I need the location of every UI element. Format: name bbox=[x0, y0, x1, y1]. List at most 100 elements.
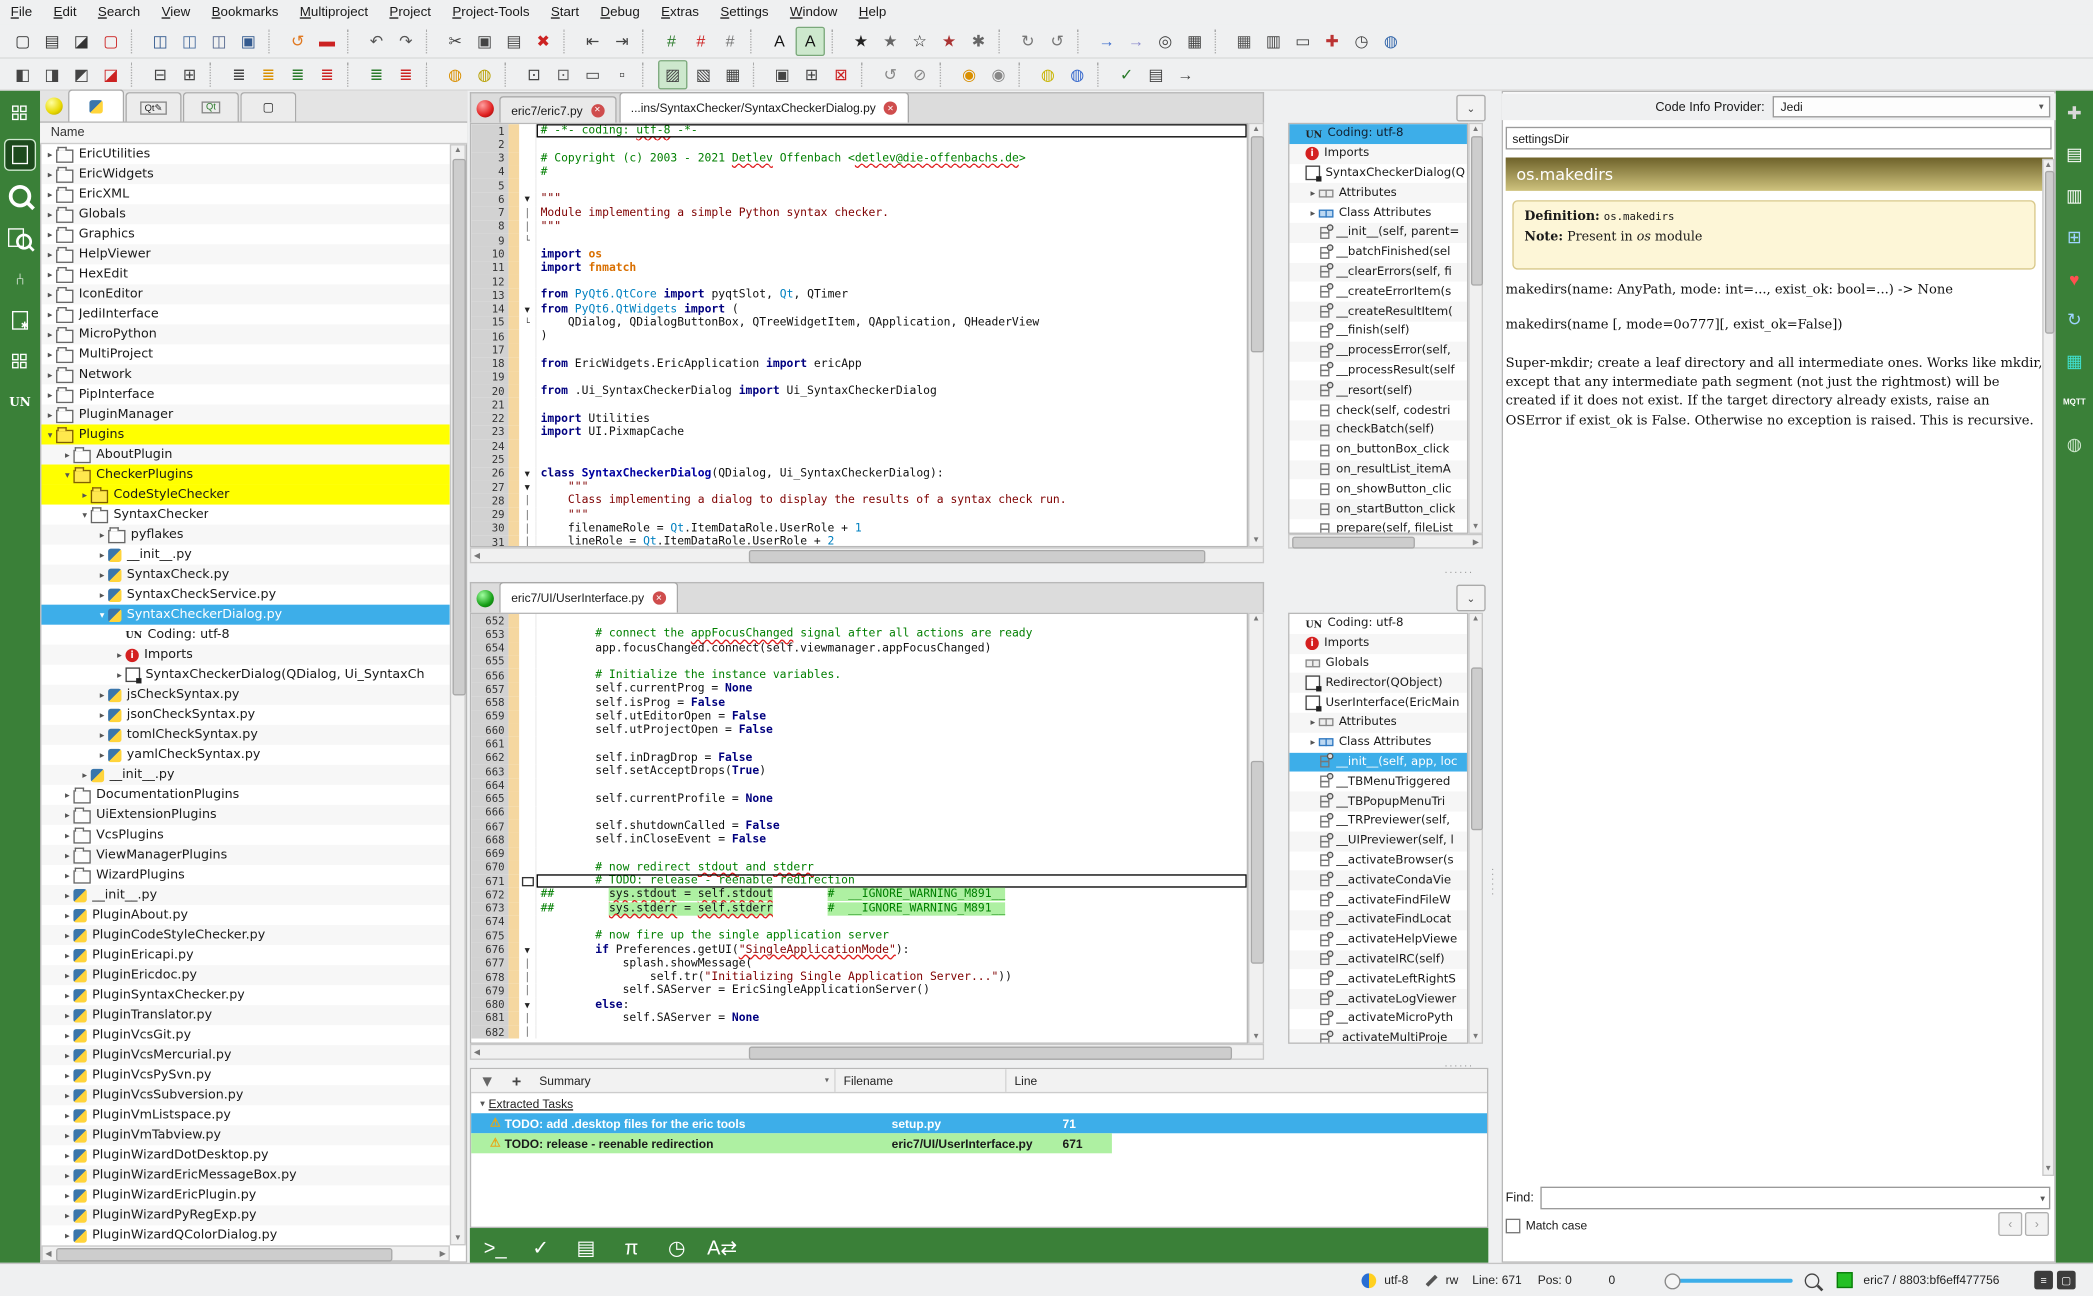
fold-margin[interactable] bbox=[519, 888, 537, 902]
outline-item-activatefindlocat[interactable]: __activateFindLocat bbox=[1289, 910, 1467, 931]
editor-bookmark-icon[interactable]: ≣ bbox=[314, 61, 341, 88]
fold-margin[interactable] bbox=[519, 874, 537, 889]
code-line-12[interactable]: 12 bbox=[471, 274, 1247, 289]
tree-item-iconeditor[interactable]: ▸ IconEditor bbox=[41, 284, 450, 305]
expand-arrow[interactable]: ▸ bbox=[96, 750, 108, 761]
outline-item-uipreviewer-self-l[interactable]: __UIPreviewer(self, l bbox=[1289, 831, 1467, 852]
expand-arrow[interactable]: ▸ bbox=[1307, 717, 1319, 728]
code-line-24[interactable]: 24 bbox=[471, 439, 1247, 454]
multiproject-viewer-icon[interactable] bbox=[5, 99, 34, 128]
editor1-outline[interactable]: UN Coding: utf-8 i Imports SyntaxCheckerDial… bbox=[1288, 122, 1469, 534]
fold-margin[interactable] bbox=[519, 723, 537, 738]
menu-edit[interactable]: Edit bbox=[43, 3, 87, 20]
outline2-scrollbar[interactable]: ▲ ▼ bbox=[1468, 612, 1483, 1044]
code-line-22[interactable]: 22 import Utilities bbox=[471, 411, 1247, 426]
menu-settings[interactable]: Settings bbox=[710, 3, 780, 20]
editor-remove-icon[interactable]: ≣ bbox=[392, 61, 419, 88]
find-input[interactable]: ▾ bbox=[1540, 1186, 2051, 1210]
tree-item-pluginvcsgit-py[interactable]: ▸ PluginVcsGit.py bbox=[41, 1025, 449, 1045]
shell-icon[interactable]: >_ bbox=[481, 1233, 510, 1262]
image-preview-icon[interactable]: ▨ bbox=[658, 59, 688, 89]
bookmark-next-icon[interactable]: ★ bbox=[877, 27, 904, 54]
fold-margin[interactable] bbox=[519, 778, 537, 793]
tree-item-vcsplugins[interactable]: ▸ VcsPlugins bbox=[41, 825, 449, 845]
expand-arrow[interactable]: ▸ bbox=[96, 709, 108, 720]
code-line-6[interactable]: 6 ▼ """ bbox=[471, 192, 1247, 207]
menu-window[interactable]: Window bbox=[779, 3, 848, 20]
tree-item-init-py[interactable]: ▸ __init__.py bbox=[41, 764, 450, 785]
tree-item-pluginmanager[interactable]: ▸ PluginManager bbox=[41, 404, 450, 425]
cut-icon[interactable]: ✂ bbox=[442, 27, 469, 54]
tree-item-ericutilities[interactable]: ▸ EricUtilities bbox=[41, 144, 449, 164]
code-line-15[interactable]: 15 └ QDialog, QDialogButtonBox, QTreeWidg… bbox=[471, 315, 1247, 330]
menu-extras[interactable]: Extras bbox=[650, 3, 709, 20]
fold-margin[interactable] bbox=[519, 261, 537, 275]
expand-arrow[interactable]: ▾ bbox=[79, 509, 91, 520]
open-file-icon[interactable]: ◪ bbox=[68, 27, 95, 54]
code-line-11[interactable]: 11 import fnmatch bbox=[471, 261, 1247, 275]
bookmark-clear-icon[interactable]: ★ bbox=[936, 27, 963, 54]
expand-arrow[interactable]: ▸ bbox=[96, 589, 108, 600]
task-column-summary[interactable]: Summary ▾ bbox=[531, 1069, 836, 1092]
fold-margin[interactable] bbox=[519, 274, 537, 289]
expand-arrow[interactable]: ▸ bbox=[44, 149, 56, 160]
fold-margin[interactable] bbox=[519, 901, 537, 916]
code-line-31[interactable]: 31 │ lineRole = Qt .ItemDataRole.UserRole … bbox=[471, 535, 1247, 546]
fold-margin[interactable] bbox=[519, 641, 537, 656]
outline-item-batchfinished-sel[interactable]: __batchFinished(sel bbox=[1289, 243, 1467, 263]
code-line-678[interactable]: 678 │ self.tr("Initializing Single Applic… bbox=[471, 970, 1247, 984]
uncomment-icon[interactable]: # bbox=[687, 27, 714, 54]
expand-arrow[interactable]: ▸ bbox=[61, 950, 73, 961]
menu-bookmarks[interactable]: Bookmarks bbox=[201, 3, 289, 20]
code-line-654[interactable]: 654 app.focusChanged.connect(self.viewma… bbox=[471, 641, 1247, 656]
outline-item-class-attributes[interactable]: ▸ Class Attributes bbox=[1289, 203, 1467, 223]
code-line-660[interactable]: 660 self.utProjectOpen = False bbox=[471, 723, 1247, 738]
expand-arrow[interactable]: ▸ bbox=[1307, 188, 1319, 199]
splitter-grip[interactable]: ······ bbox=[1487, 868, 1499, 897]
crop-icon[interactable]: ▭ bbox=[579, 61, 606, 88]
fold-margin[interactable] bbox=[519, 655, 537, 669]
fold-margin[interactable] bbox=[519, 137, 537, 152]
tree-item-jsonchecksyntax-py[interactable]: ▸ jsonCheckSyntax.py bbox=[41, 705, 449, 725]
expand-arrow[interactable]: ▾ bbox=[96, 609, 108, 620]
expand-arrow[interactable]: ▸ bbox=[44, 209, 56, 220]
fold-margin[interactable] bbox=[519, 668, 537, 683]
code-line-30[interactable]: 30 │ filenameRole = Qt .ItemDataRole.UserR… bbox=[471, 521, 1247, 536]
expand-arrow[interactable]: ▸ bbox=[61, 1050, 73, 1061]
expand-arrow[interactable]: ▸ bbox=[96, 569, 108, 580]
menu-view[interactable]: View bbox=[151, 3, 201, 20]
tree-item-pluginericapi-py[interactable]: ▸ PluginEricapi.py bbox=[41, 945, 449, 965]
code-line-7[interactable]: 7 │ Module implementing a simple Python sy… bbox=[471, 206, 1247, 221]
code-line-10[interactable]: 10 import os bbox=[471, 247, 1247, 262]
table-remove-icon[interactable]: ⊠ bbox=[828, 61, 855, 88]
revert-icon[interactable]: ↺ bbox=[284, 27, 311, 54]
tree-item-pluginsyntaxchecker-py[interactable]: ▸ PluginSyntaxChecker.py bbox=[41, 985, 449, 1005]
expand-arrow[interactable]: ▸ bbox=[79, 770, 91, 781]
find-new-icon[interactable]: ◍ bbox=[471, 61, 498, 88]
outline-item-activatehelpviewe[interactable]: __activateHelpViewe bbox=[1289, 930, 1467, 950]
expand-arrow[interactable]: ▸ bbox=[61, 970, 73, 981]
image-edit-icon[interactable]: ▧ bbox=[690, 61, 717, 88]
code-line-667[interactable]: 667 self.shutdownCalled = False bbox=[471, 819, 1247, 834]
menu-multiproject[interactable]: Multiproject bbox=[289, 3, 379, 20]
expand-arrow[interactable]: ▸ bbox=[61, 910, 73, 921]
status-encoding[interactable]: utf-8 bbox=[1384, 1271, 1408, 1290]
frame-resize-icon[interactable]: ⊡ bbox=[521, 61, 548, 88]
session-new-icon[interactable]: ◧ bbox=[9, 61, 36, 88]
indent-icon[interactable]: ⇥ bbox=[609, 27, 636, 54]
find-next-button[interactable]: › bbox=[2024, 1212, 2049, 1237]
code-line-669[interactable]: 669 bbox=[471, 846, 1247, 861]
editor1-tab-ins-syntaxchecker-syntaxcheckerdialog-py[interactable]: ...ins/SyntaxChecker/SyntaxCheckerDialog… bbox=[618, 92, 910, 123]
irc-icon[interactable]: ♥ bbox=[2060, 264, 2089, 293]
magnify-yellow-icon[interactable]: ◍ bbox=[1034, 61, 1061, 88]
expand-arrow[interactable]: ▸ bbox=[61, 990, 73, 1001]
outline-item-on-resultlist-itema[interactable]: on_resultList_itemA bbox=[1289, 459, 1467, 480]
tree-item-tomlchecksyntax-py[interactable]: ▸ tomlCheckSyntax.py bbox=[41, 724, 450, 745]
match-case-checkbox[interactable] bbox=[1505, 1218, 1521, 1233]
code-line-672[interactable]: 672 ## sys.stdout = self.stdout # __IGNOR… bbox=[471, 888, 1247, 902]
outline-item-createresultitem[interactable]: __createResultItem( bbox=[1289, 301, 1467, 322]
editor1-horizontal-scrollbar[interactable]: ◀ bbox=[469, 547, 1265, 564]
status-permissions[interactable]: rw bbox=[1446, 1271, 1459, 1290]
tree-vertical-scrollbar[interactable]: ▲ ▼ bbox=[449, 144, 466, 1246]
fold-margin[interactable] bbox=[519, 384, 537, 399]
